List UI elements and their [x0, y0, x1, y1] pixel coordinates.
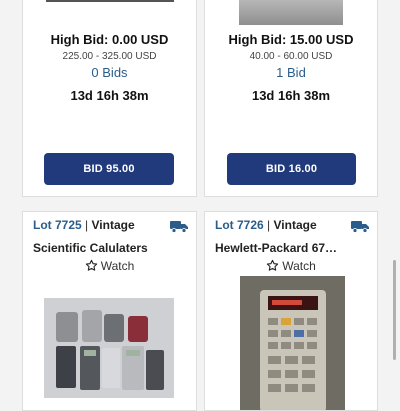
lot-card[interactable]: High Bid: 0.00 USD 225.00 - 325.00 USD 0…	[22, 0, 197, 197]
star-outline-icon	[267, 259, 279, 271]
time-remaining: 13d 16h 38m	[70, 88, 149, 103]
lot-image[interactable]	[239, 0, 343, 25]
lot-title[interactable]: Scientific Calulaters	[33, 241, 148, 255]
lot-number-link[interactable]: Lot 7726	[215, 218, 264, 232]
time-remaining: 13d 16h 38m	[251, 88, 331, 103]
bid-count-link[interactable]: 0 Bids	[23, 65, 196, 80]
star-outline-icon	[85, 259, 97, 271]
estimate-range: 225.00 - 325.00 USD	[62, 51, 157, 62]
lot-category: Vintage	[91, 218, 135, 232]
lot-image[interactable]	[45, 0, 174, 2]
lot-header: Lot 7726 | Vintage Hewlett-Packard 67…	[215, 218, 369, 262]
bid-button[interactable]: BID 16.00	[227, 153, 356, 185]
lot-separator: |	[267, 218, 271, 232]
lot-header: Lot 7725 | Vintage Scientific Calulaters	[33, 218, 188, 262]
lot-image[interactable]	[240, 276, 345, 410]
watch-button[interactable]: Watch	[205, 259, 377, 273]
high-bid: High Bid: 15.00 USD	[228, 32, 354, 47]
estimate-range: 40.00 - 60.00 USD	[249, 51, 333, 62]
lot-image[interactable]	[44, 298, 174, 398]
lot-title[interactable]: Hewlett-Packard 67…	[215, 241, 337, 255]
truck-icon	[170, 221, 188, 233]
lot-card[interactable]: High Bid: 15.00 USD 40.00 - 60.00 USD 1 …	[204, 0, 378, 197]
scrollbar[interactable]	[393, 260, 396, 360]
bid-button[interactable]: BID 95.00	[44, 153, 174, 185]
lot-card[interactable]: Lot 7725 | Vintage Scientific Calulaters…	[22, 211, 197, 411]
high-bid: High Bid: 0.00 USD	[50, 32, 169, 47]
lot-number-link[interactable]: Lot 7725	[33, 218, 82, 232]
lot-card[interactable]: Lot 7726 | Vintage Hewlett-Packard 67… W…	[204, 211, 378, 411]
lot-separator: |	[85, 218, 89, 232]
watch-button[interactable]: Watch	[23, 259, 196, 273]
watch-label: Watch	[100, 259, 135, 273]
truck-icon	[351, 221, 369, 233]
lot-category: Vintage	[273, 218, 317, 232]
watch-label: Watch	[282, 259, 316, 273]
bid-count-link[interactable]: 1 Bid	[205, 65, 377, 80]
